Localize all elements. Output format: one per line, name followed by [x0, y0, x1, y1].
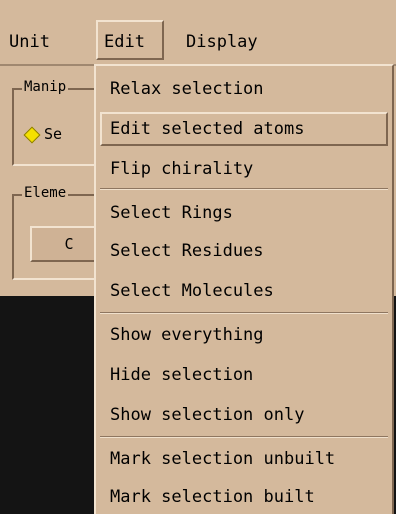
menu-item-select-residues[interactable]: Select Residues [100, 234, 388, 268]
radio-selected-icon[interactable] [23, 126, 41, 143]
menu-display[interactable]: Display [180, 24, 290, 60]
element-group-title: Eleme [22, 184, 69, 202]
menu-item-mark-selection-built[interactable]: Mark selection built [100, 480, 388, 514]
menu-item-relax-selection[interactable]: Relax selection [100, 72, 388, 106]
menu-edit[interactable]: Edit [96, 20, 164, 60]
menu-item-edit-selected-atoms[interactable]: Edit selected atoms [100, 112, 388, 146]
menu-item-select-rings[interactable]: Select Rings [100, 196, 388, 230]
menu-bar: Unit Edit Display [0, 0, 396, 66]
select-mode-label: Se [44, 125, 63, 143]
menu-item-show-selection-only[interactable]: Show selection only [100, 398, 388, 432]
menu-item-hide-selection[interactable]: Hide selection [100, 358, 388, 392]
menu-item-flip-chirality[interactable]: Flip chirality [100, 152, 388, 186]
menu-item-show-everything[interactable]: Show everything [100, 318, 388, 352]
menu-item-select-molecules[interactable]: Select Molecules [100, 274, 388, 308]
select-mode-radio[interactable]: Se [23, 124, 63, 144]
menu-item-mark-selection-unbuilt[interactable]: Mark selection unbuilt [100, 442, 388, 476]
menu-unit[interactable]: Unit [3, 24, 77, 60]
menu-separator [100, 436, 388, 438]
edit-dropdown-menu: Relax selection Edit selected atoms Flip… [94, 64, 394, 514]
menu-separator [100, 312, 388, 314]
manipulate-group-title: Manip [22, 78, 69, 96]
menu-separator [100, 188, 388, 190]
